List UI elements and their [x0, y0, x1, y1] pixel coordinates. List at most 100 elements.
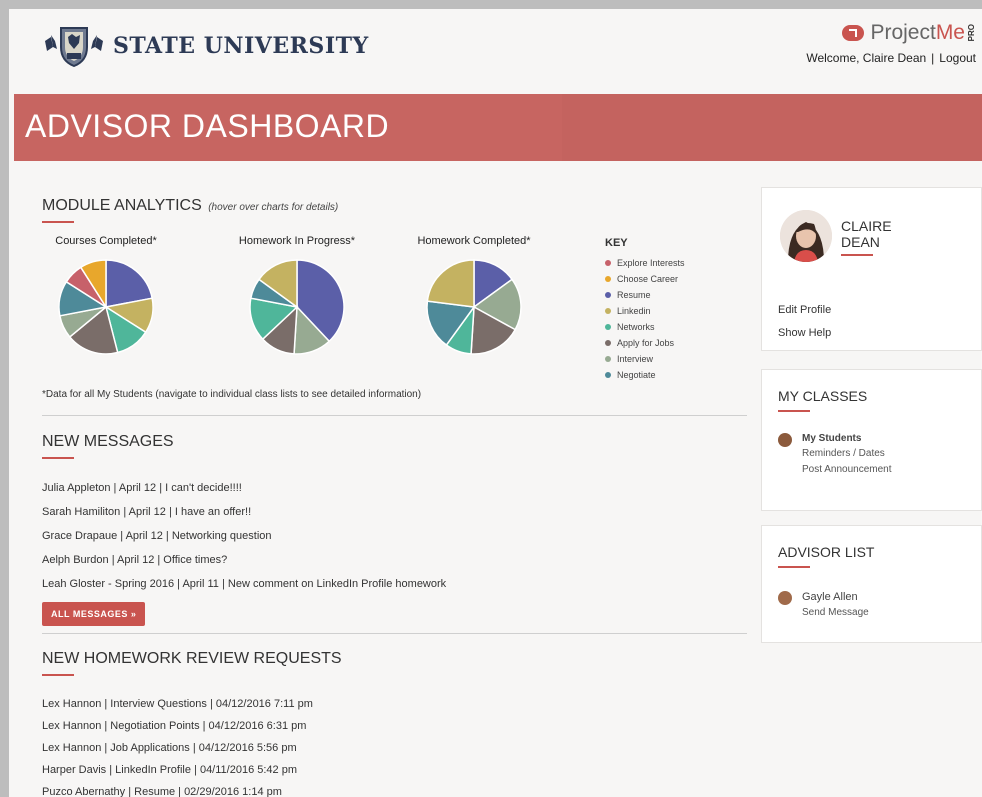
app-frame: STATE UNIVERSITY 1932 ProjectMe PRO Welc…: [0, 0, 982, 797]
key-item: Interview: [605, 351, 685, 367]
title-underline: [778, 566, 810, 568]
top-header: STATE UNIVERSITY 1932 ProjectMe PRO Welc…: [9, 9, 982, 91]
profile-name: CLAIRE DEAN: [841, 218, 892, 256]
edit-profile-link[interactable]: Edit Profile: [778, 304, 831, 316]
key-item: Explore Interests: [605, 255, 685, 271]
homework-list: Lex Hannon | Interview Questions | 04/12…: [42, 693, 747, 797]
logout-link[interactable]: Logout: [939, 51, 976, 65]
analytics-section: MODULE ANALYTICS (hover over charts for …: [42, 197, 747, 400]
university-logo[interactable]: STATE UNIVERSITY 1932: [43, 25, 369, 67]
page-banner: ADVISOR DASHBOARD: [14, 94, 982, 161]
message-item[interactable]: Sarah Hamiliton | April 12 | I have an o…: [42, 500, 747, 524]
advisor-title: ADVISOR LIST: [778, 544, 875, 560]
classes-card: MY CLASSES My Students Reminders / Dates…: [761, 369, 982, 511]
key-dot: [605, 324, 611, 330]
key-dot: [605, 308, 611, 314]
message-item[interactable]: Grace Drapaue | April 12 | Networking qu…: [42, 524, 747, 548]
key-item: Apply for Jobs: [605, 335, 685, 351]
analytics-hint: (hover over charts for details): [208, 202, 339, 213]
key-label: Linkedin: [617, 306, 651, 316]
key-item: Negotiate: [605, 367, 685, 383]
profile-last-name: DEAN: [841, 234, 880, 250]
chart-homework-completed[interactable]: Homework Completed*: [399, 235, 549, 357]
separator: |: [931, 51, 935, 65]
pie-chart[interactable]: [247, 257, 347, 357]
chart-title: Homework In Progress*: [238, 235, 356, 247]
analytics-footnote: *Data for all My Students (navigate to i…: [42, 389, 422, 400]
homework-item[interactable]: Lex Hannon | Negotiation Points | 04/12/…: [42, 715, 747, 737]
key-title: KEY: [605, 237, 628, 249]
key-item: Choose Career: [605, 271, 685, 287]
key-item: Linkedin: [605, 303, 685, 319]
homework-item[interactable]: Lex Hannon | Job Applications | 04/12/20…: [42, 737, 747, 759]
key-label: Networks: [617, 322, 655, 332]
pie-slice-linkedin[interactable]: [426, 259, 475, 308]
chart-homework-in-progress[interactable]: Homework In Progress*: [222, 235, 372, 357]
pie-chart[interactable]: [56, 257, 156, 357]
avatar[interactable]: [780, 210, 832, 262]
homework-item[interactable]: Harper Davis | LinkedIn Profile | 04/11/…: [42, 759, 747, 781]
reminders-link[interactable]: Reminders / Dates: [802, 446, 892, 462]
arrow-badge-icon: [842, 25, 865, 41]
key-dot: [605, 260, 611, 266]
key-label: Explore Interests: [617, 258, 685, 268]
section-divider: [42, 633, 747, 634]
key-label: Interview: [617, 354, 654, 364]
charts-row: Courses Completed* Homework In Progress*…: [42, 223, 747, 400]
university-crest-icon: [43, 25, 105, 67]
key-dot: [605, 276, 611, 282]
advisor-entry: Gayle Allen Send Message: [778, 590, 869, 621]
projectme-logo[interactable]: ProjectMe PRO: [806, 21, 976, 45]
welcome-text: Welcome, Claire Dean: [806, 51, 927, 65]
analytics-title: MODULE ANALYTICS: [42, 197, 202, 214]
key-label: Choose Career: [617, 274, 679, 284]
classes-header: MY CLASSES: [778, 388, 867, 412]
advisor-name[interactable]: Gayle Allen: [802, 590, 869, 605]
chart-title: Courses Completed*: [55, 235, 157, 247]
brand-tag: PRO: [967, 24, 976, 42]
key-dot: [605, 372, 611, 378]
key-item: Networks: [605, 319, 685, 335]
brand-area: ProjectMe PRO Welcome, Claire Dean | Logou…: [806, 21, 976, 65]
section-divider: [42, 415, 747, 416]
chart-title: Homework Completed*: [417, 235, 531, 247]
messages-title: NEW MESSAGES: [42, 433, 174, 450]
show-help-link[interactable]: Show Help: [778, 327, 831, 339]
profile-card: CLAIRE DEAN Edit Profile Show Help: [761, 187, 982, 351]
chart-courses-completed[interactable]: Courses Completed*: [31, 235, 181, 357]
profile-first-name: CLAIRE: [841, 218, 892, 234]
send-message-link[interactable]: Send Message: [802, 605, 869, 621]
avatar-portrait-icon: [780, 210, 832, 262]
brand-name: ProjectMe: [870, 21, 965, 45]
page-title: ADVISOR DASHBOARD: [25, 108, 390, 144]
key-label: Resume: [617, 290, 651, 300]
key-dot: [605, 292, 611, 298]
title-underline: [841, 254, 873, 256]
key-label: Negotiate: [617, 370, 656, 380]
homework-title: NEW HOMEWORK REVIEW REQUESTS: [42, 650, 342, 667]
key-dot: [605, 356, 611, 362]
class-avatar-icon: [778, 433, 792, 447]
class-name-link[interactable]: My Students: [802, 432, 892, 446]
class-entry: My Students Reminders / Dates Post Annou…: [778, 432, 892, 478]
title-underline: [778, 410, 810, 412]
key-label: Apply for Jobs: [617, 338, 675, 348]
university-name: STATE UNIVERSITY: [113, 33, 369, 59]
classes-title: MY CLASSES: [778, 388, 868, 404]
message-item[interactable]: Julia Appleton | April 12 | I can't deci…: [42, 476, 747, 500]
all-messages-button[interactable]: ALL MESSAGES »: [42, 602, 146, 626]
chart-key: KEY Explore Interests Choose Career Resu…: [605, 237, 685, 383]
message-item[interactable]: Leah Gloster - Spring 2016 | April 11 | …: [42, 572, 747, 596]
title-underline: [42, 457, 74, 459]
homework-item[interactable]: Lex Hannon | Interview Questions | 04/12…: [42, 693, 747, 715]
message-item[interactable]: Aelph Burdon | April 12 | Office times?: [42, 548, 747, 572]
advisor-avatar-icon: [778, 591, 792, 605]
advisor-header: ADVISOR LIST: [778, 544, 874, 568]
advisor-card: ADVISOR LIST Gayle Allen Send Message: [761, 525, 982, 643]
pie-chart[interactable]: [424, 257, 524, 357]
homework-item[interactable]: Puzco Abernathy | Resume | 02/29/2016 1:…: [42, 781, 747, 797]
homework-section: NEW HOMEWORK REVIEW REQUESTS Lex Hannon …: [42, 650, 747, 797]
key-dot: [605, 340, 611, 346]
post-announcement-link[interactable]: Post Announcement: [802, 462, 892, 478]
brand-prefix: Project: [870, 21, 936, 44]
